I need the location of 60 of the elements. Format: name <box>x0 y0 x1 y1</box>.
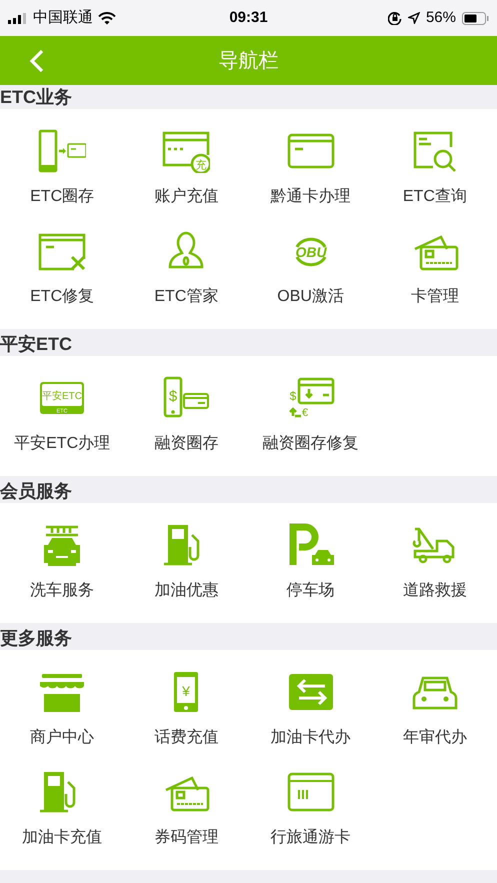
service-label: 行旅通游卡 <box>270 828 351 848</box>
wifi-icon <box>98 12 116 24</box>
rotation-lock-icon <box>388 11 402 25</box>
service-label: 券码管理 <box>154 828 218 848</box>
service-item[interactable]: ETC修复 <box>0 229 124 329</box>
service-item[interactable]: ¥ 话费充值 <box>124 670 248 770</box>
service-label: 话费充值 <box>154 728 218 748</box>
service-item[interactable]: $ 融资圈存 <box>124 376 248 476</box>
page-title: 导航栏 <box>218 48 278 74</box>
service-item[interactable]: 黔通卡办理 <box>248 129 373 229</box>
service-label: 卡管理 <box>410 287 459 307</box>
service-item[interactable]: 道路救援 <box>372 523 497 623</box>
service-label: 加油卡充值 <box>22 828 102 848</box>
service-label: 融资圈存 <box>154 434 218 454</box>
location-arrow-icon <box>408 12 420 24</box>
service-label: 道路救援 <box>402 581 467 601</box>
service-label: 停车场 <box>286 581 335 601</box>
service-label: ETC修复 <box>30 287 94 307</box>
battery-icon <box>462 12 489 24</box>
service-item[interactable]: ETC管家 <box>124 229 248 329</box>
stripe-card-icon <box>286 770 335 814</box>
back-icon[interactable] <box>29 49 45 73</box>
service-item[interactable]: ETC查询 <box>372 129 497 229</box>
service-item[interactable]: 充 账户充值 <box>124 129 248 229</box>
battery-percent: 56% <box>426 8 456 28</box>
service-label: 加油卡代办 <box>270 728 351 748</box>
service-label: 账户充值 <box>154 187 218 207</box>
signal-icon <box>8 12 28 24</box>
service-label: 商户中心 <box>30 728 94 748</box>
service-label: ETC圈存 <box>30 187 94 207</box>
service-item[interactable]: 加油优惠 <box>124 523 248 623</box>
service-label: 洗车服务 <box>30 581 94 601</box>
service-item[interactable]: 商户中心 <box>0 670 124 770</box>
status-time: 09:31 <box>229 8 268 28</box>
phone-card-icon <box>38 129 86 173</box>
service-item[interactable]: ETC圈存 <box>0 129 124 229</box>
service-item[interactable]: 加油卡代办 <box>248 670 373 770</box>
service-item[interactable]: $ € 融资圈存修复 <box>248 376 373 476</box>
service-label: ETC查询 <box>402 187 467 207</box>
service-item[interactable]: 行旅通游卡 <box>248 770 373 870</box>
carrier-name: 中国联通 <box>33 8 93 28</box>
service-label: 年审代办 <box>402 728 467 748</box>
service-item[interactable]: 券码管理 <box>124 770 248 870</box>
service-label: ETC管家 <box>154 287 218 307</box>
service-label: 黔通卡办理 <box>270 187 351 207</box>
service-item[interactable]: 年审代办 <box>372 670 497 770</box>
service-item[interactable]: 加油卡充值 <box>0 770 124 870</box>
section-header: ETC业务 <box>0 88 72 106</box>
section-header: 会员服务 <box>0 482 72 500</box>
service-item[interactable]: 停车场 <box>248 523 373 623</box>
service-item[interactable]: 卡管理 <box>372 229 497 329</box>
service-label: OBU激活 <box>277 287 344 307</box>
section-header: 更多服务 <box>0 629 72 647</box>
service-item[interactable]: 洗车服务 <box>0 523 124 623</box>
service-label: 平安ETC办理 <box>14 434 110 454</box>
service-item[interactable]: OBU OBU激活 <box>248 229 373 329</box>
section-header: 平安ETC <box>0 335 72 353</box>
service-label: 融资圈存修复 <box>262 434 359 454</box>
service-label: 加油优惠 <box>154 581 218 601</box>
parking-icon <box>286 523 335 567</box>
